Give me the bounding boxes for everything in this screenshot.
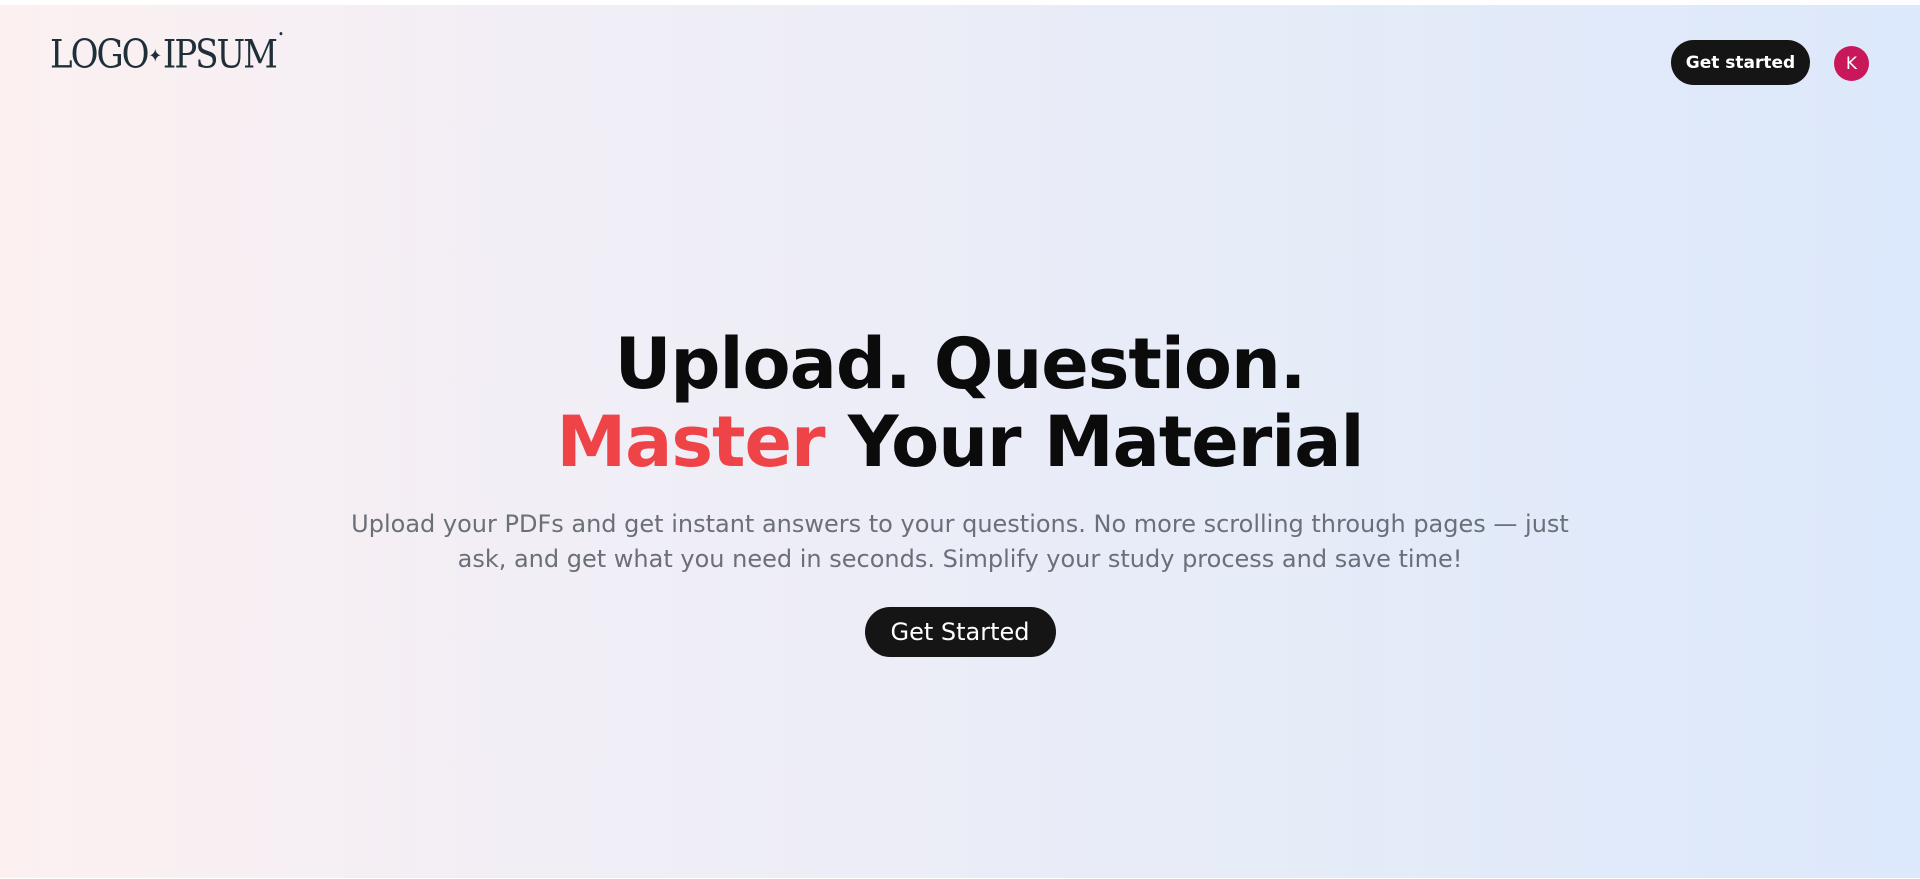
hero-get-started-button[interactable]: Get Started <box>864 607 1056 657</box>
hero-section: Upload. Question. Master Your Material U… <box>0 325 1920 657</box>
sparkle-icon: ✦ <box>148 44 162 66</box>
headline-line2: Your Material <box>824 401 1365 483</box>
headline-accent-word: Master <box>556 401 825 483</box>
hero-subtitle: Upload your PDFs and get instant answers… <box>351 510 1569 573</box>
logo-dot-icon: • <box>277 28 284 42</box>
logo-text-part2: IPSUM <box>162 32 278 78</box>
logo[interactable]: LOGO ✦ IPSUM • <box>50 26 284 84</box>
avatar[interactable]: K <box>1834 46 1869 81</box>
hero-headline: Upload. Question. Master Your Material <box>0 325 1920 481</box>
header-get-started-button[interactable]: Get started <box>1671 40 1810 85</box>
landing-page: LOGO ✦ IPSUM • Get started K Upload. Que… <box>0 5 1920 878</box>
avatar-initial: K <box>1845 53 1858 74</box>
headline-line1: Upload. Question. <box>614 323 1307 405</box>
logo-text-part1: LOGO <box>50 32 149 78</box>
